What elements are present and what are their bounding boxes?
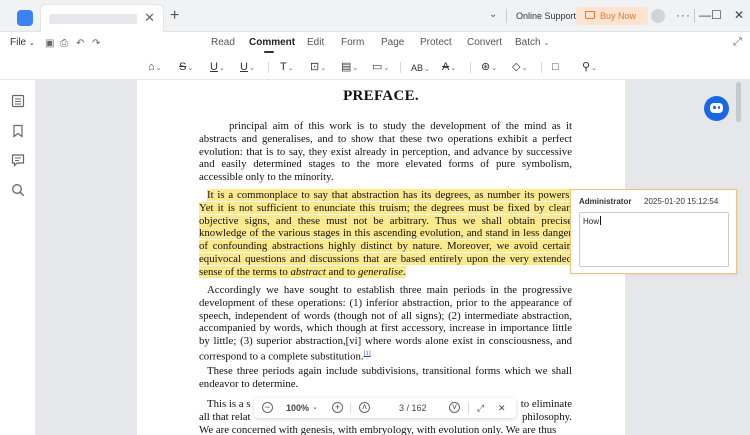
thumbnails-icon[interactable]	[11, 94, 25, 108]
maximize-button[interactable]: ☐	[711, 8, 722, 22]
underline-tool-icon[interactable]: U⌄	[210, 60, 225, 76]
highlight-text-a: It is a commonplace to say that abstract…	[199, 189, 572, 278]
font-style-tool-icon[interactable]: AB⌄	[411, 61, 430, 77]
zoom-in-icon[interactable]: +	[332, 402, 343, 413]
expand-toolbar-icon[interactable]: ⤢	[733, 36, 742, 49]
divider	[506, 9, 507, 23]
menu-bar: File ⌄ ▣ ⎙ ↶ ↷ Read Comment Edit Form Pa…	[0, 32, 750, 54]
active-tab-indicator	[264, 51, 274, 53]
zoom-dropdown-chevron-icon[interactable]: ⌄	[312, 402, 318, 414]
highlight-text-end: .	[402, 265, 406, 278]
comment-timestamp: 2025-01-20 15:12:54	[644, 197, 719, 206]
tab-protect[interactable]: Protect	[420, 37, 452, 48]
zoom-out-icon[interactable]: −	[262, 402, 273, 413]
cart-icon	[585, 11, 595, 19]
tab-close-icon[interactable]: ✕	[144, 11, 155, 25]
paragraph-3: Accordingly we have sought to establish …	[199, 284, 572, 363]
avatar[interactable]	[651, 9, 665, 23]
print-icon[interactable]: ⎙	[60, 38, 68, 49]
highlight-emph-abstract: abstract	[290, 265, 326, 278]
zoom-level[interactable]: 100%	[286, 402, 309, 414]
undo-icon[interactable]: ↶	[76, 38, 84, 49]
tab-list-chevron-icon[interactable]: ⌄	[489, 9, 497, 20]
pdf-page[interactable]: PREFACE. principal aim of this work is t…	[137, 80, 625, 435]
page-title: PREFACE.	[343, 88, 419, 104]
bookmark-icon[interactable]	[11, 124, 25, 138]
sticky-note-tool-icon[interactable]: ▭⌄	[372, 60, 389, 76]
save-icon[interactable]: ▣	[45, 38, 54, 49]
footnote-link[interactable]: [1]	[364, 351, 371, 357]
buy-now-label: Buy Now	[600, 11, 637, 21]
ai-assistant-button[interactable]	[704, 96, 729, 121]
paragraph-1: principal aim of this work is to study t…	[199, 120, 572, 184]
tab-comment[interactable]: Comment	[249, 37, 295, 48]
previous-page-icon[interactable]: ˄	[359, 402, 370, 413]
redo-icon[interactable]: ↷	[92, 38, 100, 49]
document-tab[interactable]: ✕	[40, 4, 164, 32]
stamp-tool-icon[interactable]: ⊛⌄	[481, 60, 497, 76]
p5-line1-end: to eliminate	[520, 398, 572, 410]
file-menu-label: File	[10, 37, 27, 48]
p5-line1-start: This is a s	[207, 398, 251, 410]
title-bar: ✕ + ⌄ Online Support Buy Now ··· — ☐ ✕	[0, 0, 750, 32]
highlight-tool-icon[interactable]: ⌂⌄	[148, 60, 162, 76]
next-page-icon[interactable]: ˅	[449, 402, 460, 413]
robot-icon	[710, 103, 723, 113]
callout-tool-icon[interactable]: ▤⌄	[341, 60, 358, 76]
highlight-emph-generalise: generalise	[357, 265, 403, 278]
buy-now-button[interactable]: Buy Now	[576, 7, 648, 25]
more-options-icon[interactable]: ···	[676, 8, 691, 22]
paragraph-4: These three periods again include subdiv…	[199, 365, 572, 390]
paragraph-5-line-3: We are concerned with genesis, with embr…	[199, 423, 557, 435]
divider	[468, 403, 469, 413]
document-tab-name	[49, 14, 137, 24]
left-sidebar	[0, 80, 36, 435]
tab-page[interactable]: Page	[381, 37, 404, 48]
attachment-tool-icon[interactable]: ⚲⌄	[582, 60, 597, 76]
textbox-tool-icon[interactable]: ⊡⌄	[310, 60, 326, 76]
close-zoombar-icon[interactable]: ✕	[498, 402, 506, 414]
comment-input[interactable]: How	[579, 212, 729, 267]
highlight-text-and: and to	[325, 265, 358, 278]
tab-convert[interactable]: Convert	[467, 37, 502, 48]
tab-batch[interactable]: Batch ⌄	[515, 37, 549, 48]
comments-panel-icon[interactable]	[11, 153, 25, 167]
p5-line2-end: philosophy.	[522, 410, 572, 423]
app-logo-icon	[17, 10, 33, 26]
toolbar-divider	[541, 62, 542, 73]
vertical-scrollbar[interactable]	[736, 82, 741, 122]
strikethrough-tool-icon[interactable]: S⌄	[179, 60, 193, 76]
tab-form[interactable]: Form	[341, 37, 364, 48]
tab-read[interactable]: Read	[211, 37, 235, 48]
fit-page-icon[interactable]: ⤢	[477, 402, 484, 414]
divider	[350, 403, 351, 413]
comment-author: Administrator	[579, 197, 632, 206]
online-support-link[interactable]: Online Support	[516, 11, 576, 21]
tab-edit[interactable]: Edit	[307, 37, 324, 48]
paragraph-2-highlighted[interactable]: It is a commonplace to say that abstract…	[199, 189, 572, 279]
zoom-navigation-bar: − 100% ⌄ + ˄ 3 / 162 ˅ ⤢ ✕	[254, 398, 516, 418]
comment-toolbar: ⌂⌄ S⌄ U⌄ U⌄ T⌄ ⊡⌄ ▤⌄ ▭⌄ AB⌄ A⌄ ⊛⌄ ◇⌄ □ ⚲…	[0, 54, 750, 80]
paragraph-3-text: Accordingly we have sought to establish …	[199, 284, 572, 363]
search-icon[interactable]	[11, 183, 25, 197]
text-color-tool-icon[interactable]: A⌄	[442, 60, 456, 76]
file-menu[interactable]: File ⌄	[10, 37, 35, 48]
comment-text: How	[583, 217, 600, 226]
toolbar-divider	[470, 62, 471, 73]
p5-line2-start: all that relat	[199, 410, 251, 423]
comment-popup: Administrator 2025-01-20 15:12:54 How	[570, 189, 737, 274]
eraser-tool-icon[interactable]: ◇⌄	[512, 60, 527, 76]
toolbar-divider	[400, 62, 401, 73]
divider	[694, 9, 695, 23]
shape-tool-icon[interactable]: □	[552, 60, 559, 74]
page-indicator[interactable]: 3 / 162	[399, 402, 427, 414]
tab-batch-label: Batch	[515, 37, 541, 48]
new-tab-button[interactable]: +	[170, 7, 179, 25]
minimize-button[interactable]: —	[699, 8, 711, 22]
text-tool-icon[interactable]: T⌄	[280, 60, 294, 76]
toolbar-divider	[268, 62, 269, 73]
squiggly-underline-tool-icon[interactable]: U⌄	[240, 60, 255, 76]
text-caret	[600, 216, 602, 225]
close-window-button[interactable]: ✕	[734, 8, 744, 22]
